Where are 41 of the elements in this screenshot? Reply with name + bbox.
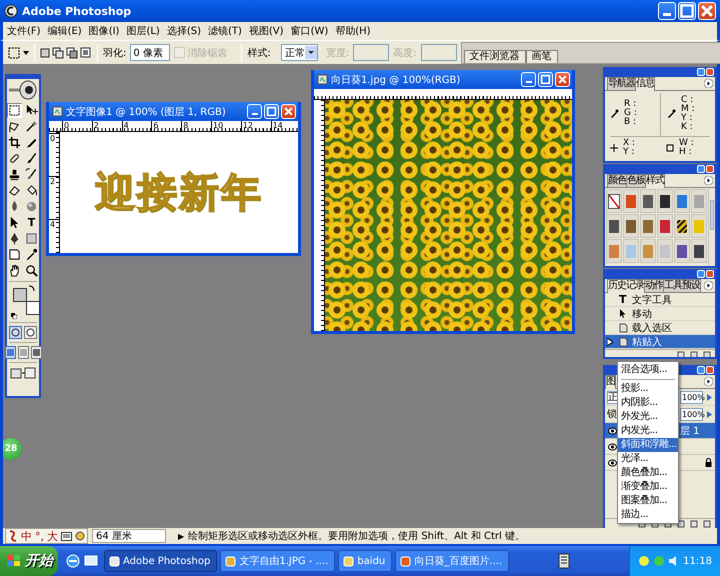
history-label: 载入选区 [632, 322, 672, 334]
ruler-number: 4 [49, 219, 59, 253]
ruler-number: 10 [210, 121, 241, 131]
antialias-label: 消除锯齿 [187, 46, 228, 60]
info-label: X : [623, 139, 636, 148]
info-label: H : [679, 148, 693, 157]
document-title: 文字图像1 @ 100% (图层 1, RGB) [66, 106, 226, 118]
canvas-text: 迎接新年 [95, 169, 263, 218]
ruler-number: 0 [62, 121, 92, 131]
lock-label: 锁 [607, 408, 617, 421]
window-title: Adobe Photoshop [22, 4, 132, 18]
info-label: Y : [623, 148, 636, 157]
ruler-number: 4 [122, 121, 152, 131]
width-label: 宽度: [326, 46, 350, 60]
ruler-number: 2 [92, 121, 122, 131]
info-label: B : [624, 118, 637, 127]
feather-label: 羽化: [103, 46, 126, 60]
history-label: 移动 [632, 308, 652, 320]
info-label: M : [681, 104, 695, 114]
document-size-field: 64 厘米 [92, 529, 166, 543]
ruler-number: 6 [151, 121, 182, 131]
info-label: W : [679, 139, 694, 148]
layer-name: 层 1 [680, 424, 700, 438]
ruler-number: 0 [49, 133, 59, 176]
info-label: G : [624, 109, 637, 118]
ruler-number: 14 [270, 121, 298, 131]
style-label: 样式: [247, 46, 271, 60]
ruler-number: 12 [240, 121, 271, 131]
status-message: 绘制矩形选区或移动选区外框。要用附加选项，使用 Shift、Alt 和 Ctrl 键。 [188, 530, 525, 543]
type-icon: T [619, 293, 628, 306]
info-label: C : [681, 96, 694, 104]
document-title: 向日葵1.jpg @ 100%(RGB) [331, 74, 460, 86]
info-label: Y : [681, 114, 694, 122]
info-label: R : [624, 100, 637, 109]
info-label: K : [681, 122, 694, 132]
ruler-number: 8 [181, 121, 211, 131]
clock: 11:18 [683, 556, 712, 566]
history-label: 文字工具 [632, 294, 672, 306]
height-label: 高度: [393, 46, 416, 60]
ruler-number: 2 [49, 176, 59, 219]
history-label: 粘贴入 [632, 336, 662, 348]
